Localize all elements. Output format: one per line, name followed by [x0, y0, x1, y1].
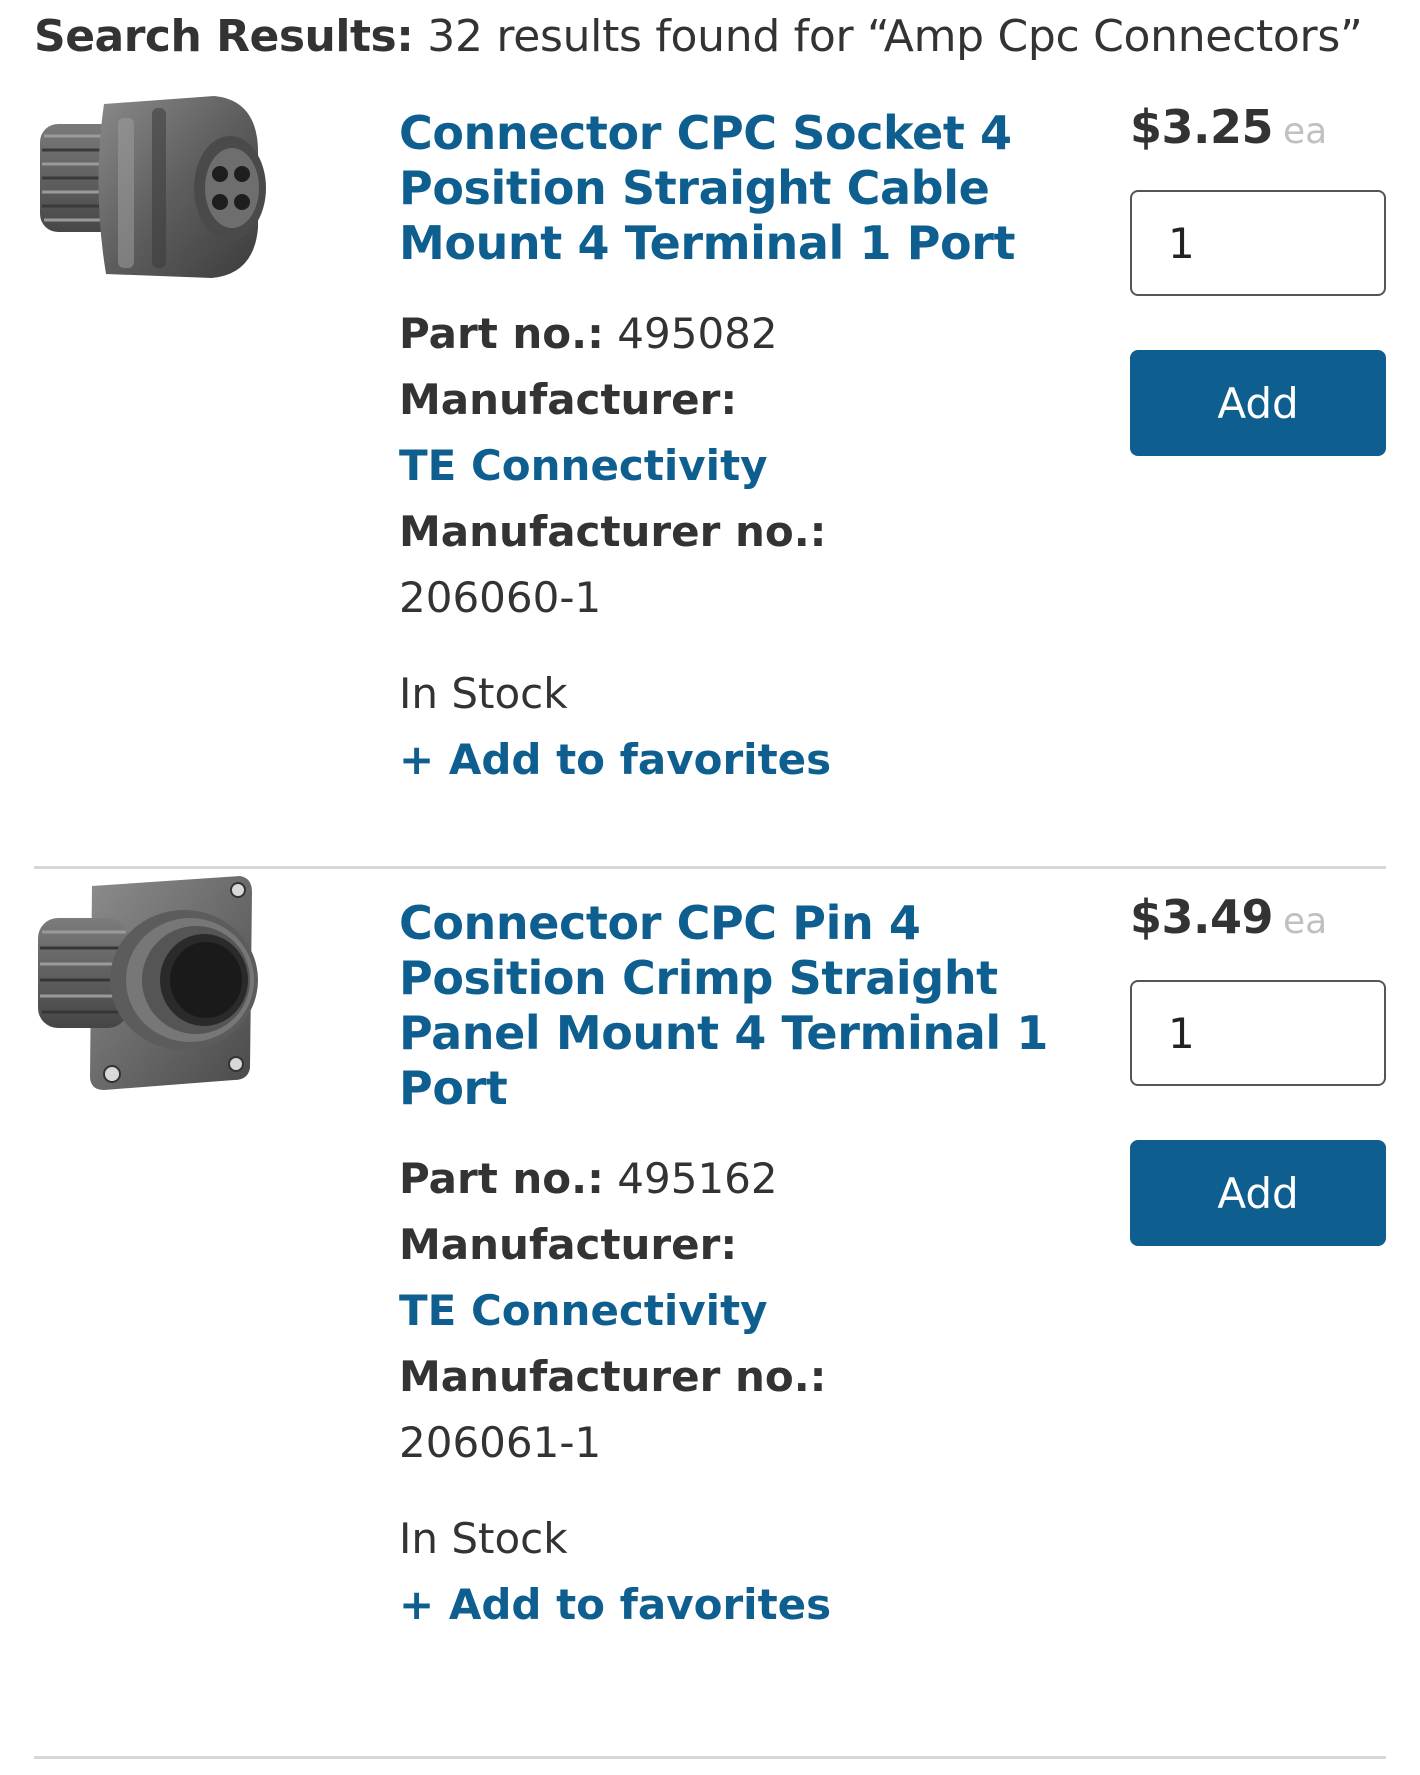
- search-results-label: Search Results:: [34, 11, 414, 62]
- product-details: Connector CPC Socket 4 Position Straight…: [399, 78, 1049, 793]
- product-specs: Part no.: 495162 Manufacturer: TE Connec…: [399, 1146, 1049, 1476]
- product-title-link[interactable]: Connector CPC Socket 4 Position Straight…: [399, 106, 1049, 271]
- part-number-value: 495082: [617, 309, 778, 358]
- manufacturer-link[interactable]: TE Connectivity: [399, 433, 1049, 499]
- search-results-header: Search Results: 32 results found for “Am…: [34, 4, 1394, 70]
- manufacturer-link[interactable]: TE Connectivity: [399, 1278, 1049, 1344]
- manufacturer-number-value: 206061-1: [399, 1418, 602, 1467]
- add-to-cart-button[interactable]: Add: [1130, 350, 1386, 456]
- price-line: $3.49 ea: [1130, 890, 1386, 946]
- cpc-socket-connector-image: [40, 96, 266, 278]
- product-image[interactable]: [34, 868, 284, 1128]
- manufacturer-label: Manufacturer:: [399, 375, 738, 424]
- product-details: Connector CPC Pin 4 Position Crimp Strai…: [399, 868, 1049, 1638]
- stock-status: In Stock: [399, 669, 568, 718]
- cpc-pin-panel-connector-image: [38, 876, 258, 1090]
- price-value: $3.49: [1130, 890, 1274, 944]
- manufacturer-number-label: Manufacturer no.:: [399, 507, 827, 556]
- part-number-label: Part no.:: [399, 309, 604, 358]
- product-specs: Part no.: 495082 Manufacturer: TE Connec…: [399, 301, 1049, 631]
- price-unit: ea: [1283, 111, 1328, 152]
- purchase-panel: $3.49ea Add: [1130, 868, 1386, 1246]
- result-divider: [34, 1756, 1386, 1759]
- search-results-page: Search Results: 32 results found for “Am…: [0, 0, 1420, 1775]
- part-number-line: Part no.: 495162: [399, 1146, 1049, 1212]
- purchase-panel: $3.25ea Add: [1130, 78, 1386, 456]
- quantity-input[interactable]: [1130, 980, 1386, 1086]
- manufacturer-number-label: Manufacturer no.:: [399, 1352, 827, 1401]
- price-value: $3.25: [1130, 100, 1274, 154]
- manufacturer-label: Manufacturer:: [399, 1220, 738, 1269]
- product-image[interactable]: [34, 78, 284, 338]
- quantity-input[interactable]: [1130, 190, 1386, 296]
- stock-status: In Stock: [399, 1514, 568, 1563]
- product-title-link[interactable]: Connector CPC Pin 4 Position Crimp Strai…: [399, 896, 1049, 1116]
- price-unit: ea: [1283, 901, 1328, 942]
- manufacturer-number-value: 206060-1: [399, 573, 602, 622]
- part-number-line: Part no.: 495082: [399, 301, 1049, 367]
- add-to-favorites-link[interactable]: + Add to favorites: [399, 1572, 1049, 1638]
- product-card: Connector CPC Socket 4 Position Straight…: [34, 78, 1386, 868]
- product-card: Connector CPC Pin 4 Position Crimp Strai…: [34, 868, 1386, 1758]
- part-number-label: Part no.:: [399, 1154, 604, 1203]
- add-to-cart-button[interactable]: Add: [1130, 1140, 1386, 1246]
- price-line: $3.25 ea: [1130, 100, 1386, 156]
- search-results-summary: 32 results found for “Amp Cpc Connectors…: [427, 11, 1363, 62]
- part-number-value: 495162: [617, 1154, 778, 1203]
- add-to-favorites-link[interactable]: + Add to favorites: [399, 727, 1049, 793]
